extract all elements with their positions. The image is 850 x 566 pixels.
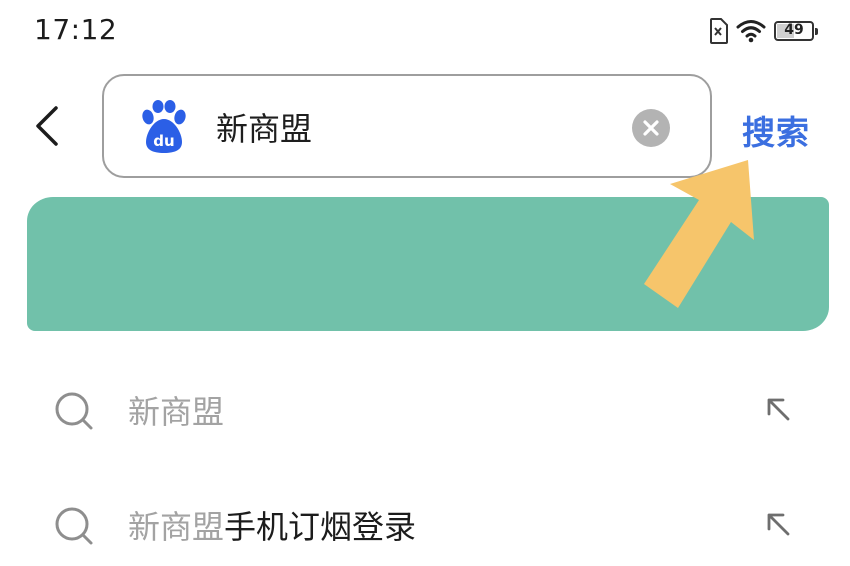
baidu-logo-text: du	[153, 132, 174, 150]
suggestion-match-text: 新商盟	[128, 393, 225, 431]
suggestion-text: 新商盟	[128, 387, 224, 433]
chevron-left-icon	[36, 106, 58, 146]
status-icons: 49	[708, 18, 818, 44]
fill-query-arrow-icon[interactable]	[762, 508, 794, 540]
wifi-icon	[736, 19, 766, 43]
baidu-paw-logo: du	[138, 100, 190, 154]
status-time: 17:12	[34, 13, 118, 46]
clear-button[interactable]	[632, 109, 670, 147]
search-box[interactable]: du	[102, 74, 712, 178]
suggestion-text: 新商盟手机订烟登录	[128, 502, 416, 548]
search-input[interactable]	[216, 102, 606, 152]
suggestion-match-text: 新商盟	[128, 508, 225, 546]
search-submit-button[interactable]: 搜索	[742, 106, 810, 154]
suggestion-rest-text: 手机订烟登录	[224, 508, 417, 546]
battery-icon: 49	[774, 21, 818, 41]
promo-banner[interactable]	[27, 197, 829, 331]
status-bar: 17:12 49	[0, 0, 850, 62]
search-page: 17:12 49 du 新商盟 搜索 新商盟 新商盟手机订烟登录	[0, 0, 850, 566]
sim-card-icon	[708, 18, 728, 44]
search-icon	[52, 504, 96, 548]
clear-circle-icon	[643, 120, 659, 136]
back-button[interactable]	[28, 100, 68, 152]
suggestion-item[interactable]: 新商盟手机订烟登录	[0, 480, 850, 566]
battery-level: 49	[784, 22, 804, 38]
search-icon	[52, 389, 96, 433]
fill-query-arrow-icon[interactable]	[762, 393, 794, 425]
suggestion-item[interactable]: 新商盟	[0, 365, 850, 455]
